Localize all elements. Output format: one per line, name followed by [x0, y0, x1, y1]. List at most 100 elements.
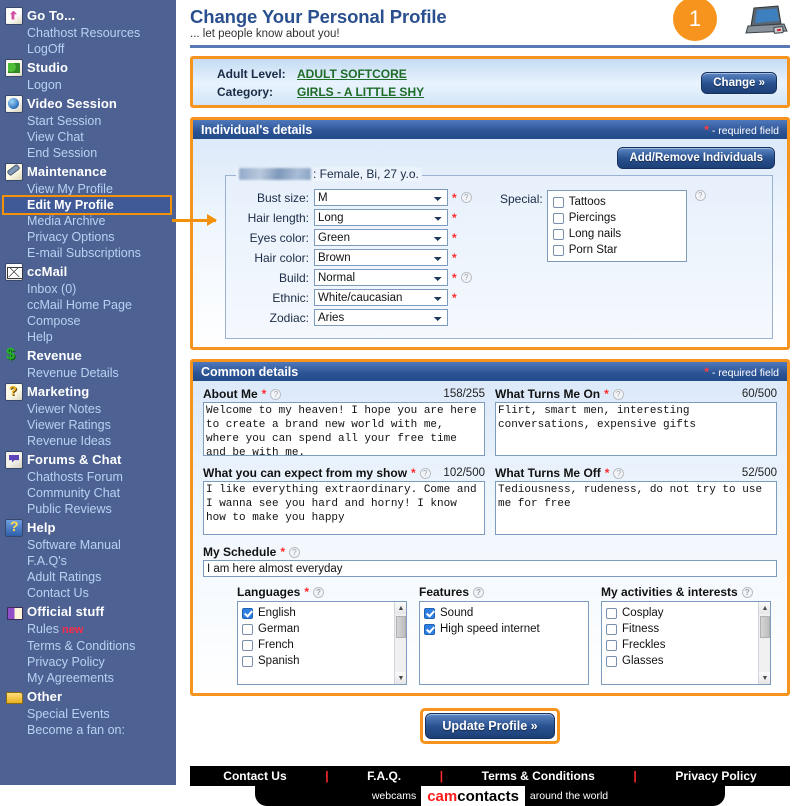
update-profile-button[interactable]: Update Profile » — [425, 713, 554, 739]
feature-option[interactable]: High speed internet — [424, 621, 584, 637]
expect-show-textarea[interactable] — [203, 481, 485, 535]
sidebar-item-special-events[interactable]: Special Events — [0, 706, 176, 722]
schedule-help-icon[interactable]: ? — [289, 547, 300, 558]
checkbox-unchecked-icon[interactable] — [606, 624, 617, 635]
sidebar-item-ccmail-home-page[interactable]: ccMail Home Page — [0, 297, 176, 313]
field-select-zodiac[interactable]: Aries — [314, 309, 448, 326]
sidebar-item-logon[interactable]: Logon — [0, 77, 176, 93]
checkbox-unchecked-icon[interactable] — [242, 656, 253, 667]
languages-option-list[interactable]: EnglishGermanFrenchSpanish — [242, 605, 402, 669]
field-select-build[interactable]: Normal — [314, 269, 448, 286]
sidebar-item-become-a-fan-on[interactable]: Become a fan on: — [0, 722, 176, 738]
special-option[interactable]: Porn Star — [553, 242, 681, 258]
footer-link-f-a-q[interactable]: F.A.Q. — [367, 769, 401, 783]
special-option[interactable]: Tattoos — [553, 194, 681, 210]
activities-scrollbox[interactable]: CosplayFitnessFrecklesGlasses ▲ ▼ — [601, 601, 771, 685]
language-option[interactable]: German — [242, 621, 402, 637]
scroll-up-icon[interactable]: ▲ — [759, 602, 771, 614]
scroll-up-icon[interactable]: ▲ — [395, 602, 407, 614]
checkbox-checked-icon[interactable] — [424, 624, 435, 635]
expect-show-help-icon[interactable]: ? — [420, 468, 431, 479]
field-select-eyescolor[interactable]: Green — [314, 229, 448, 246]
field-help-icon[interactable]: ? — [461, 192, 472, 203]
sidebar-item-viewer-ratings[interactable]: Viewer Ratings — [0, 417, 176, 433]
checkbox-unchecked-icon[interactable] — [242, 640, 253, 651]
footer-link-contact-us[interactable]: Contact Us — [223, 769, 286, 783]
sidebar-item-viewer-notes[interactable]: Viewer Notes — [0, 401, 176, 417]
checkbox-checked-icon[interactable] — [242, 608, 253, 619]
sidebar-item-view-chat[interactable]: View Chat — [0, 129, 176, 145]
activities-help-icon[interactable]: ? — [742, 587, 753, 598]
sidebar-item-rules[interactable]: Rulesnew — [0, 621, 176, 638]
scroll-down-icon[interactable]: ▼ — [395, 672, 407, 684]
language-option[interactable]: French — [242, 637, 402, 653]
sidebar-item-privacy-policy[interactable]: Privacy Policy — [0, 654, 176, 670]
field-select-haircolor[interactable]: Brown — [314, 249, 448, 266]
sidebar-item-end-session[interactable]: End Session — [0, 145, 176, 161]
activity-option[interactable]: Cosplay — [606, 605, 766, 621]
special-checkbox-list[interactable]: TattoosPiercingsLong nailsPorn Star — [547, 190, 687, 262]
language-option[interactable]: English — [242, 605, 402, 621]
checkbox-unchecked-icon[interactable] — [553, 229, 564, 240]
special-option[interactable]: Piercings — [553, 210, 681, 226]
checkbox-unchecked-icon[interactable] — [606, 640, 617, 651]
change-button[interactable]: Change » — [701, 72, 777, 94]
adult-level-link[interactable]: ADULT SOFTCORE — [297, 67, 407, 81]
sidebar-item-compose[interactable]: Compose — [0, 313, 176, 329]
turns-off-help-icon[interactable]: ? — [613, 468, 624, 479]
footer-link-privacy-policy[interactable]: Privacy Policy — [675, 769, 756, 783]
features-help-icon[interactable]: ? — [473, 587, 484, 598]
languages-scrollbar[interactable]: ▲ ▼ — [394, 602, 406, 684]
sidebar-item-media-archive[interactable]: Media Archive — [0, 213, 176, 229]
field-help-icon[interactable]: ? — [461, 272, 472, 283]
sidebar-item-adult-ratings[interactable]: Adult Ratings — [0, 569, 176, 585]
scroll-down-icon[interactable]: ▼ — [759, 672, 771, 684]
activity-option[interactable]: Freckles — [606, 637, 766, 653]
scrollbar-thumb[interactable] — [396, 616, 406, 638]
sidebar-item-my-agreements[interactable]: My Agreements — [0, 670, 176, 686]
schedule-input[interactable] — [203, 560, 777, 577]
special-option[interactable]: Long nails — [553, 226, 681, 242]
sidebar-item-inbox-0[interactable]: Inbox (0) — [0, 281, 176, 297]
activities-option-list[interactable]: CosplayFitnessFrecklesGlasses — [606, 605, 766, 669]
sidebar-item-chathost-resources[interactable]: Chathost Resources — [0, 25, 176, 41]
sidebar-item-view-my-profile[interactable]: View My Profile — [0, 181, 176, 197]
field-select-hairlength[interactable]: Long — [314, 209, 448, 226]
field-select-bustsize[interactable]: M — [314, 189, 448, 206]
sidebar-item-help[interactable]: Help — [0, 329, 176, 345]
features-option-list[interactable]: SoundHigh speed internet — [424, 605, 584, 637]
sidebar-item-edit-my-profile[interactable]: Edit My Profile — [4, 197, 170, 213]
checkbox-checked-icon[interactable] — [424, 608, 435, 619]
sidebar-item-privacy-options[interactable]: Privacy Options — [0, 229, 176, 245]
feature-option[interactable]: Sound — [424, 605, 584, 621]
checkbox-unchecked-icon[interactable] — [553, 245, 564, 256]
scrollbar-thumb[interactable] — [760, 616, 770, 638]
sidebar-item-logoff[interactable]: LogOff — [0, 41, 176, 57]
sidebar-item-revenue-details[interactable]: Revenue Details — [0, 365, 176, 381]
checkbox-unchecked-icon[interactable] — [606, 608, 617, 619]
turns-on-textarea[interactable] — [495, 402, 777, 456]
sidebar-item-software-manual[interactable]: Software Manual — [0, 537, 176, 553]
turns-on-help-icon[interactable]: ? — [613, 389, 624, 400]
sidebar-item-e-mail-subscriptions[interactable]: E-mail Subscriptions — [0, 245, 176, 261]
sidebar-item-community-chat[interactable]: Community Chat — [0, 485, 176, 501]
activities-scrollbar[interactable]: ▲ ▼ — [758, 602, 770, 684]
footer-link-terms-conditions[interactable]: Terms & Conditions — [482, 769, 595, 783]
sidebar-item-contact-us[interactable]: Contact Us — [0, 585, 176, 601]
sidebar-item-start-session[interactable]: Start Session — [0, 113, 176, 129]
checkbox-unchecked-icon[interactable] — [553, 213, 564, 224]
about-me-help-icon[interactable]: ? — [270, 389, 281, 400]
checkbox-unchecked-icon[interactable] — [606, 656, 617, 667]
category-link[interactable]: GIRLS - A LITTLE SHY — [297, 85, 424, 99]
about-me-textarea[interactable] — [203, 402, 485, 456]
sidebar-item-revenue-ideas[interactable]: Revenue Ideas — [0, 433, 176, 449]
turns-off-textarea[interactable] — [495, 481, 777, 535]
languages-help-icon[interactable]: ? — [313, 587, 324, 598]
field-select-ethnic[interactable]: White/caucasian — [314, 289, 448, 306]
features-scrollbox[interactable]: SoundHigh speed internet — [419, 601, 589, 685]
activity-option[interactable]: Glasses — [606, 653, 766, 669]
sidebar-item-public-reviews[interactable]: Public Reviews — [0, 501, 176, 517]
language-option[interactable]: Spanish — [242, 653, 402, 669]
checkbox-unchecked-icon[interactable] — [553, 197, 564, 208]
special-help-icon[interactable]: ? — [695, 190, 706, 201]
